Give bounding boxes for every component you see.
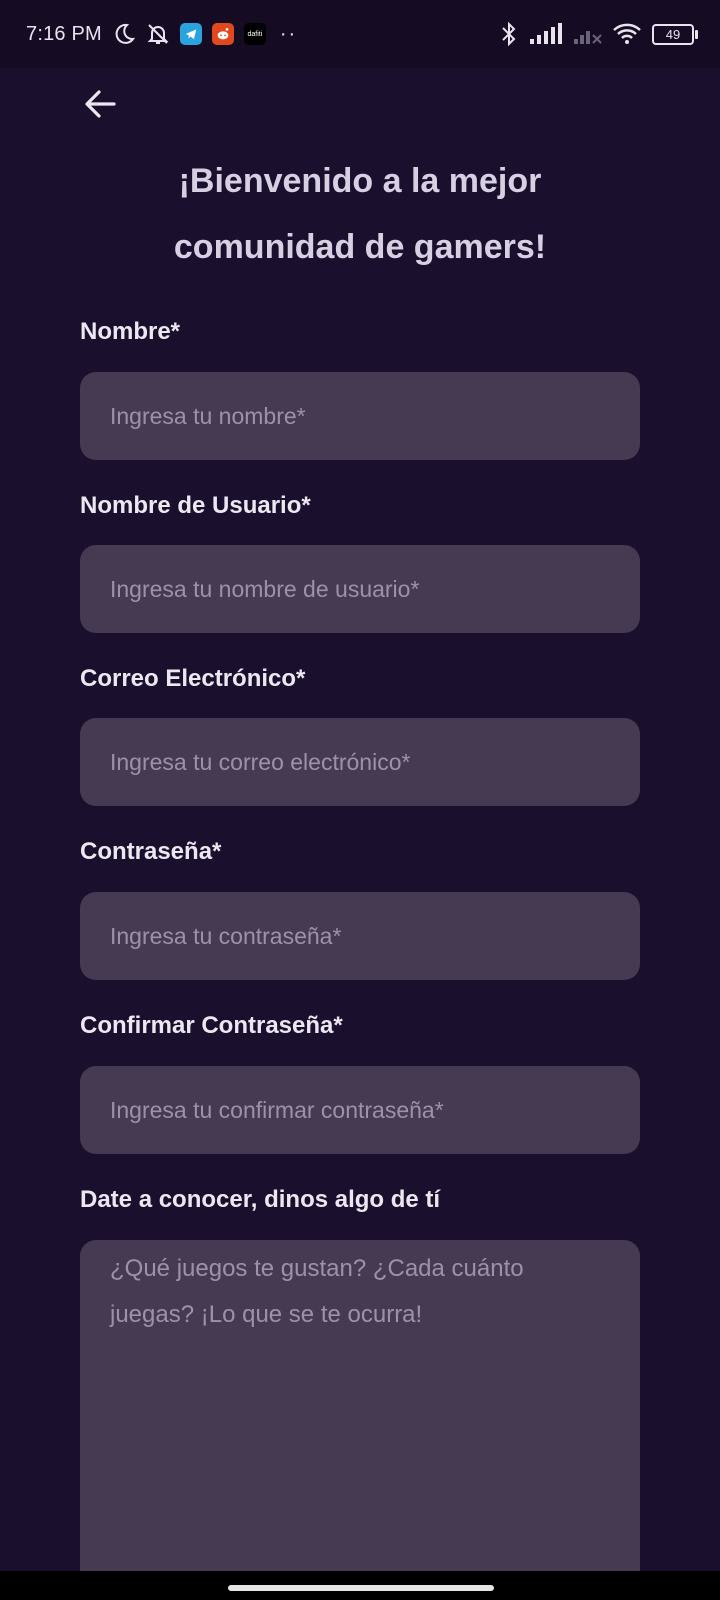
confirm-password-label: Confirmar Contraseña* [80, 1012, 343, 1039]
back-button[interactable] [80, 86, 120, 126]
status-time: 7:16 PM [26, 22, 102, 45]
bio-label: Date a conocer, dinos algo de tí [80, 1186, 441, 1213]
reddit-icon [211, 23, 234, 45]
wifi-icon [612, 22, 642, 46]
email-input[interactable] [80, 718, 640, 806]
email-label: Correo Electrónico* [80, 665, 306, 692]
username-label: Nombre de Usuario* [80, 492, 311, 519]
arrow-left-icon [82, 86, 118, 127]
bio-textarea[interactable] [80, 1240, 640, 1600]
username-input[interactable] [80, 545, 640, 633]
status-left: 7:16 PM dafiti ·· [26, 0, 297, 68]
more-notifications-icon: ·· [279, 22, 298, 45]
signal-no-service-icon [572, 23, 602, 45]
signal-icon [528, 23, 562, 45]
status-right: 49 [500, 0, 698, 68]
password-label: Contraseña* [80, 838, 222, 865]
battery-indicator: 49 [652, 23, 698, 45]
name-label: Nombre* [80, 318, 181, 345]
telegram-icon [179, 23, 202, 45]
moon-icon [112, 22, 136, 46]
dafiti-icon: dafiti [243, 23, 266, 45]
page-title: ¡Bienvenido a la mejor comunidad de game… [173, 162, 547, 266]
password-input[interactable] [80, 892, 640, 980]
bell-off-icon [146, 22, 170, 46]
status-bar: 7:16 PM dafiti ·· 49 [0, 0, 720, 68]
home-indicator[interactable] [228, 1585, 494, 1591]
confirm-password-input[interactable] [80, 1066, 640, 1154]
name-input[interactable] [80, 372, 640, 460]
bluetooth-icon [500, 21, 518, 47]
